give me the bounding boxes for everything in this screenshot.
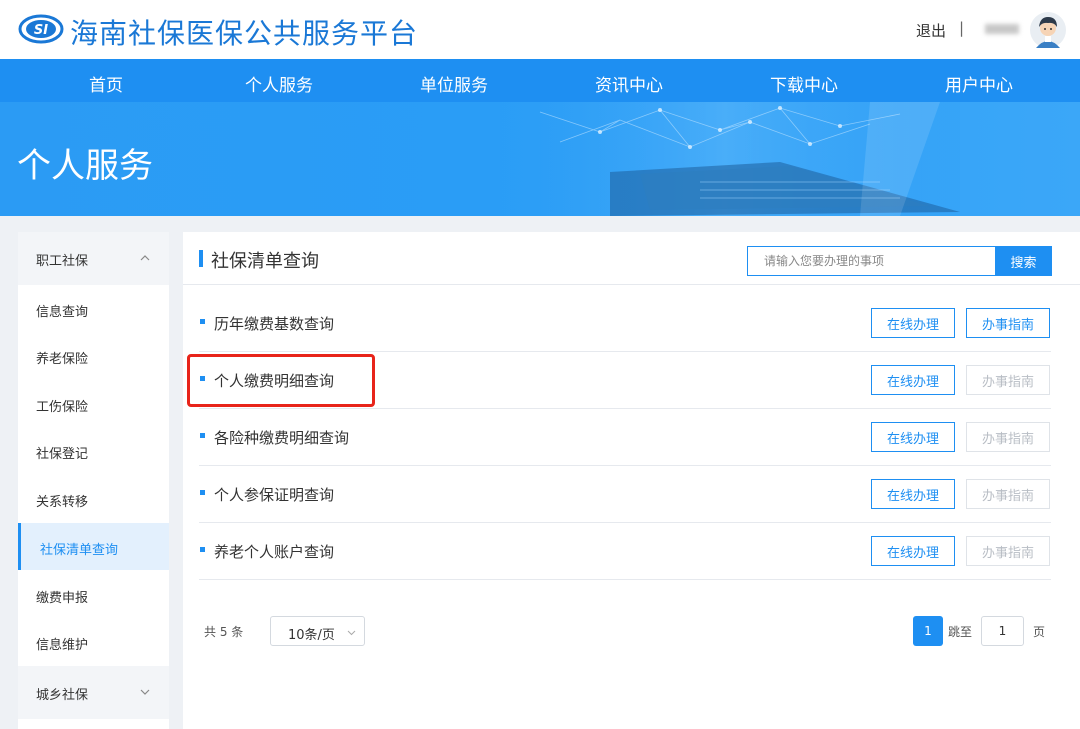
red-highlight-box (187, 354, 375, 407)
sidebar-item-label: 缴费申报 (36, 591, 89, 606)
item-title[interactable]: 各险种缴费明细查询 (214, 427, 349, 448)
online-handle-button[interactable]: 在线办理 (871, 479, 955, 509)
sidebar-item-info-maintenance[interactable]: 信息维护 (18, 618, 169, 665)
divider (183, 284, 1080, 285)
service-guide-button: 办事指南 (966, 422, 1050, 452)
top-header: SI 海南社保医保公共服务平台 退出 | (0, 0, 1080, 59)
nav-download-center[interactable]: 下载中心 (744, 71, 864, 96)
sidebar-item-transfer[interactable]: 关系转移 (18, 475, 169, 522)
goto-page-input[interactable] (981, 616, 1024, 646)
item-title[interactable]: 历年缴费基数查询 (214, 313, 334, 334)
service-guide-button: 办事指南 (966, 479, 1050, 509)
sidebar-item-label: 信息维护 (36, 638, 89, 653)
svg-text:SI: SI (34, 23, 48, 38)
search-input[interactable] (747, 246, 995, 276)
chevron-down-icon (140, 689, 150, 695)
sidebar-group-employee-insurance[interactable]: 职工社保 (18, 232, 169, 285)
page-size-select[interactable]: 10条/页 (270, 616, 365, 646)
header-separator: | (959, 19, 965, 37)
list-item: 个人参保证明查询 在线办理 办事指南 (183, 466, 1080, 523)
main-nav: 首页 个人服务 单位服务 资讯中心 下载中心 用户中心 (0, 59, 1080, 102)
laptop-network-illustration (490, 102, 960, 216)
nav-user-center[interactable]: 用户中心 (919, 71, 1039, 96)
service-guide-button[interactable]: 办事指南 (966, 308, 1050, 338)
sidebar-group-label: 职工社保 (36, 254, 89, 269)
list-item: 各险种缴费明细查询 在线办理 办事指南 (183, 409, 1080, 466)
sidebar-group-urban-rural-insurance[interactable]: 城乡社保 (18, 666, 169, 719)
divider (199, 579, 1051, 580)
goto-label: 跳至 (948, 625, 973, 639)
sidebar-item-work-injury[interactable]: 工伤保险 (18, 380, 169, 427)
social-insurance-logo-icon: SI (18, 14, 64, 44)
banner-title: 个人服务 (17, 146, 153, 186)
bullet (200, 319, 205, 324)
bullet (200, 547, 205, 552)
bullet (200, 433, 205, 438)
item-title[interactable]: 养老个人账户查询 (214, 541, 334, 562)
service-guide-button: 办事指南 (966, 365, 1050, 395)
sidebar-item-label: 信息查询 (36, 305, 89, 320)
nav-home[interactable]: 首页 (46, 71, 166, 96)
bullet (200, 490, 205, 495)
sidebar-item-pension[interactable]: 养老保险 (18, 332, 169, 379)
sidebar-group-label: 城乡社保 (36, 688, 89, 703)
sidebar-item-label: 关系转移 (36, 495, 89, 510)
nav-personal-services[interactable]: 个人服务 (219, 71, 339, 96)
chevron-down-icon (347, 630, 356, 636)
sidebar-item-label: 工伤保险 (36, 400, 89, 415)
sidebar-item-label: 社保清单查询 (40, 543, 119, 558)
sidebar-item-label: 社保登记 (36, 447, 89, 462)
search-button[interactable]: 搜索 (995, 246, 1052, 276)
sidebar-item-info-query[interactable]: 信息查询 (18, 285, 169, 332)
main-panel: 社保清单查询 搜索 历年缴费基数查询 在线办理 办事指南 个人缴费明细查询 在线… (183, 232, 1080, 729)
page-unit-label: 页 (1033, 625, 1046, 639)
title-accent-bar (199, 250, 203, 267)
sidebar-item-statement-query[interactable]: 社保清单查询 (18, 523, 169, 570)
online-handle-button[interactable]: 在线办理 (871, 422, 955, 452)
online-handle-button[interactable]: 在线办理 (871, 536, 955, 566)
sidebar-item-registration[interactable]: 社保登记 (18, 427, 169, 474)
site-title: 海南社保医保公共服务平台 (70, 17, 419, 50)
username-blurred (985, 24, 1019, 34)
online-handle-button[interactable]: 在线办理 (871, 365, 955, 395)
nav-news-center[interactable]: 资讯中心 (569, 71, 689, 96)
sidebar-item-label: 养老保险 (36, 352, 89, 367)
nav-employer-services[interactable]: 单位服务 (394, 71, 514, 96)
sidebar-item-payment-declaration[interactable]: 缴费申报 (18, 571, 169, 618)
item-title[interactable]: 个人参保证明查询 (214, 484, 334, 505)
logout-link[interactable]: 退出 (916, 20, 946, 41)
page-banner: 个人服务 (0, 102, 1080, 216)
list-item: 历年缴费基数查询 在线办理 办事指南 (183, 295, 1080, 352)
page-title: 社保清单查询 (211, 251, 319, 272)
list-item: 养老个人账户查询 在线办理 办事指南 (183, 523, 1080, 580)
online-handle-button[interactable]: 在线办理 (871, 308, 955, 338)
chevron-up-icon (140, 255, 150, 261)
sidebar: 职工社保 信息查询 养老保险 工伤保险 社保登记 关系转移 社保清单查询 缴费申… (18, 232, 169, 729)
page-number-current[interactable]: 1 (913, 616, 943, 646)
service-guide-button: 办事指南 (966, 536, 1050, 566)
user-avatar-icon[interactable] (1030, 12, 1066, 48)
page-size-value: 10条/页 (288, 628, 335, 643)
total-count: 共 5 条 (204, 625, 244, 639)
